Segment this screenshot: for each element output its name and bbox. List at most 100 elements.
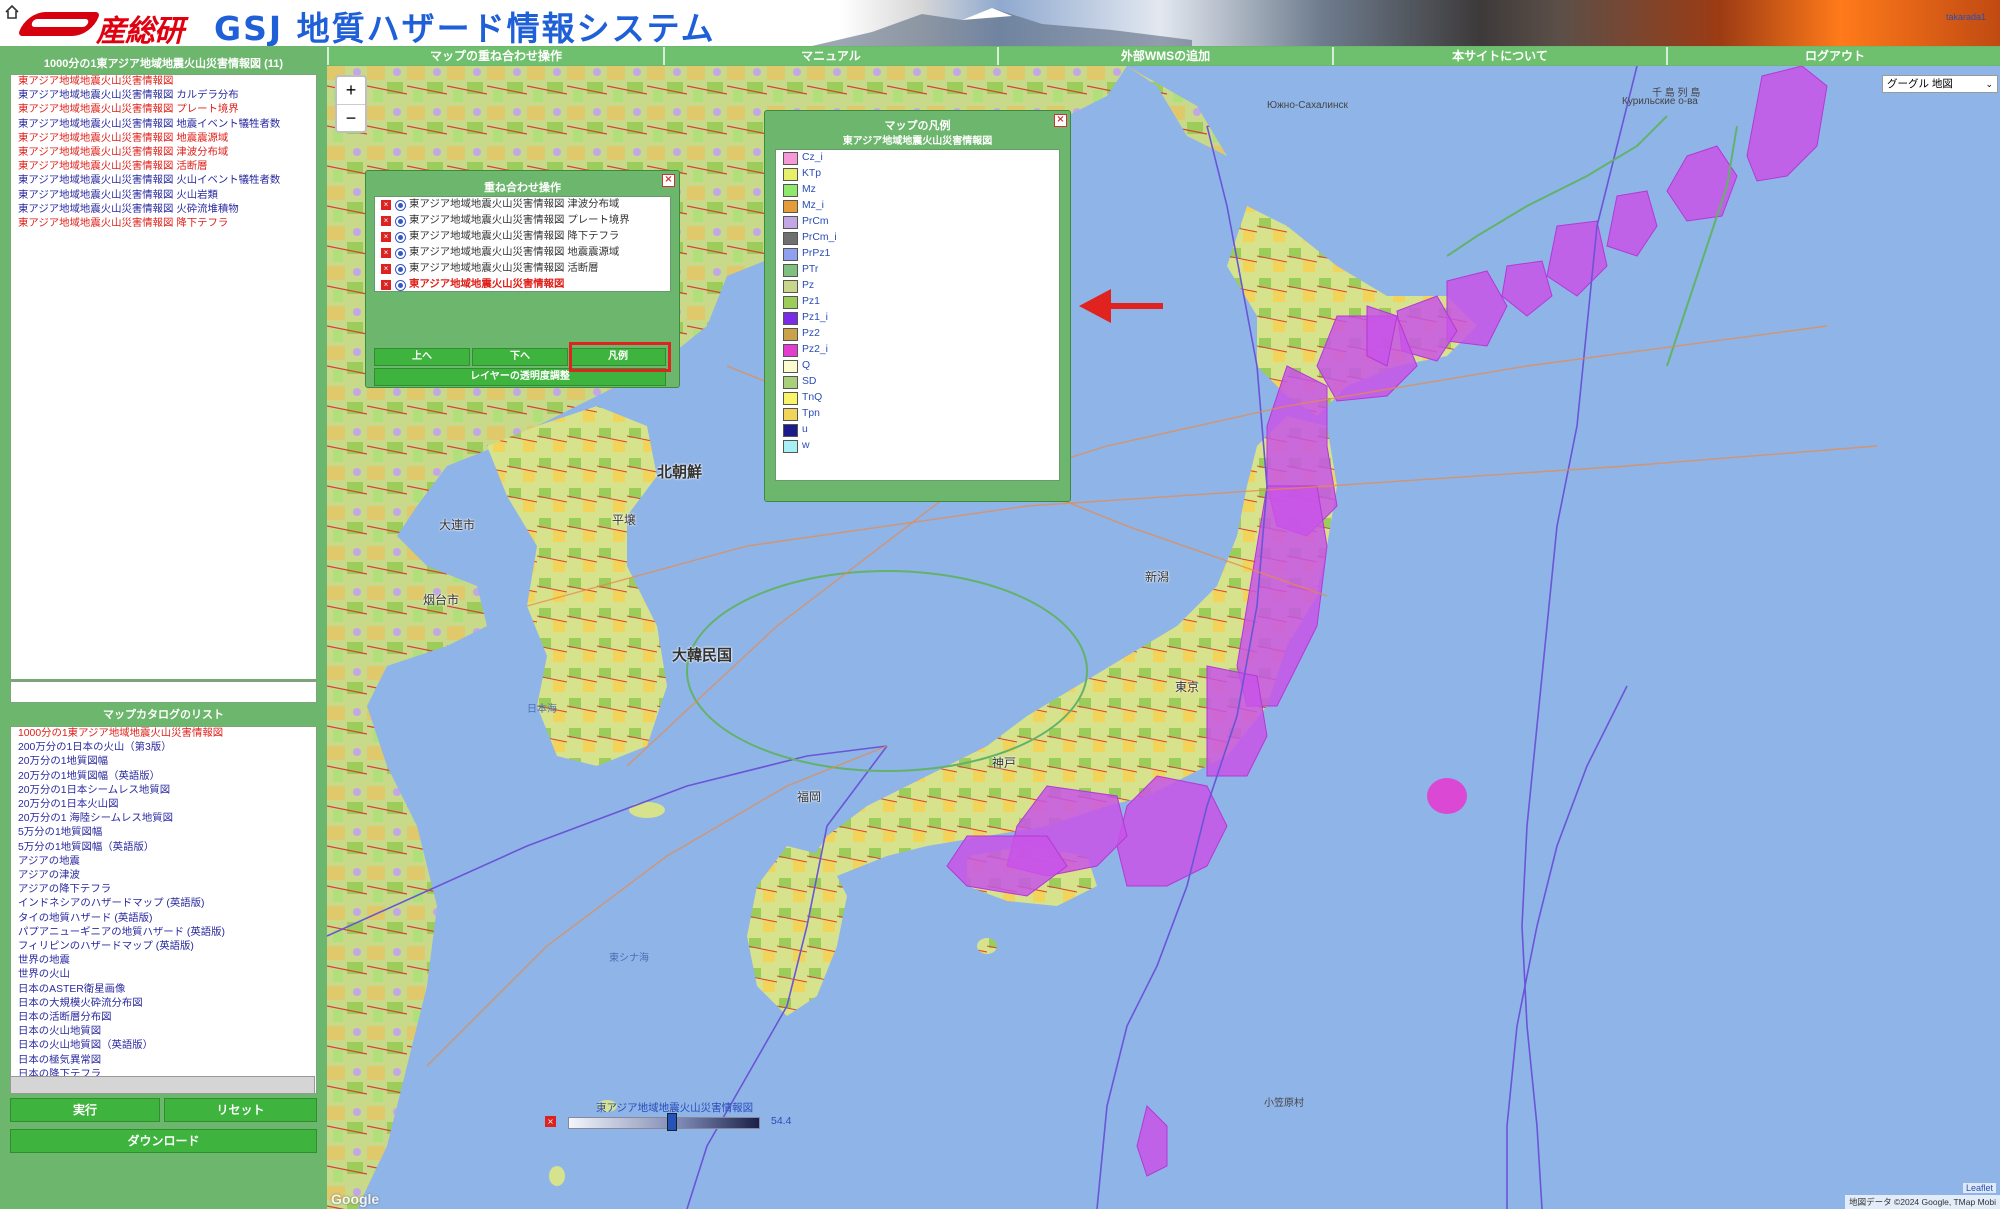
list-item[interactable]: タイの地質ハザード (英語版) [11,912,316,926]
layer-select-radio[interactable] [395,248,406,259]
catalog-title: マップカタログのリスト [103,709,224,721]
list-item[interactable]: 日本の大規模火砕流分布図 [11,997,316,1011]
search-input[interactable] [10,1076,315,1094]
run-button[interactable]: 実行 [10,1098,160,1122]
user-name[interactable]: takarada1 [1946,12,1986,22]
legend-item: Cz_i [776,150,1059,166]
overlay-layer-label: 東アジア地域地震火山災害情報図 津波分布域 [409,199,620,210]
opacity-slider-handle[interactable] [667,1113,678,1131]
close-icon[interactable]: × [1054,114,1067,127]
overlay-layer-label: 東アジア地域地震火山災害情報図 [409,279,565,290]
home-icon[interactable] [4,4,20,20]
delete-icon[interactable]: × [381,280,391,290]
list-item[interactable]: 東アジア地域地震火山災害情報図 [11,75,316,89]
list-item[interactable]: 日本の火山地質図（英語版） [11,1039,316,1053]
list-item[interactable]: アジアの降下テフラ [11,883,316,897]
annotation-arrow [1079,289,1163,323]
place-label: 大韓民国 [672,647,733,664]
overlay-layer-row[interactable]: × 東アジア地域地震火山災害情報図 [375,277,670,293]
list-item[interactable]: 5万分の1地質図幅（英語版） [11,841,316,855]
leaflet-link[interactable]: Leaflet [1962,1183,1996,1193]
delete-icon[interactable]: × [381,232,391,242]
zoom-out-button[interactable]: − [337,105,365,132]
layer-select-radio[interactable] [395,200,406,211]
layer-select-radio[interactable] [395,280,406,291]
list-item[interactable]: 20万分の1日本火山図 [11,798,316,812]
legend-swatch [783,200,798,213]
layer-select-radio[interactable] [395,264,406,275]
legend-swatch [783,184,798,197]
delete-icon[interactable]: × [381,200,391,210]
zoom-in-button[interactable]: + [337,77,365,104]
list-item[interactable]: 東アジア地域地震火山災害情報図 地震震源域 [11,132,316,146]
list-item[interactable]: 東アジア地域地震火山災害情報図 火山岩類 [11,189,316,203]
layer-select-radio[interactable] [395,232,406,243]
delete-icon[interactable]: × [381,248,391,258]
overlay-layer-list[interactable]: × 東アジア地域地震火山災害情報図 津波分布域 × 東アジア地域地震火山災害情報図 プ… [374,196,671,292]
list-item[interactable]: 東アジア地域地震火山災害情報図 カルデラ分布 [11,89,316,103]
layer-select-radio[interactable] [395,216,406,227]
nav-about-site[interactable]: 本サイトについて [1332,47,1666,65]
search-title: 検索 [152,1059,175,1071]
list-item[interactable]: 東アジア地域地震火山災害情報図 火砕流堆積物 [11,203,316,217]
overlay-layer-row[interactable]: × 東アジア地域地震火山災害情報図 地震震源域 [375,245,670,261]
list-item[interactable]: アジアの地震 [11,855,316,869]
list-item[interactable]: インドネシアのハザードマップ (英語版) [11,897,316,911]
download-button[interactable]: ダウンロード [10,1129,317,1153]
move-down-button[interactable]: 下へ [472,348,568,366]
nav-logout[interactable]: ログアウト [1666,47,2000,65]
list-item[interactable]: 20万分の1地質図幅（英語版） [11,770,316,784]
list-item[interactable]: 200万分の1日本の火山（第3版） [11,741,316,755]
map-canvas[interactable]: 北朝鮮 大韓民国 東京 新潟 神戸 福岡 東シナ海 小笠原村 Курильски… [327,66,2000,1209]
overlay-layer-row[interactable]: × 東アジア地域地震火山災害情報図 降下テフラ [375,229,670,245]
overlay-layer-row[interactable]: × 東アジア地域地震火山災害情報図 プレート境界 [375,213,670,229]
legend-swatch [783,408,798,421]
list-item[interactable]: 東アジア地域地震火山災害情報図 活断層 [11,160,316,174]
reset-button[interactable]: リセット [164,1098,317,1122]
list-item[interactable]: 世界の地震 [11,954,316,968]
legend-swatch [783,376,798,389]
legend-swatch [783,328,798,341]
list-item[interactable]: 東アジア地域地震火山災害情報図 火山イベント犠牲者数 [11,174,316,188]
nav-overlay-operation[interactable]: マップの重ね合わせ操作 [327,47,663,65]
legend-item: PrCm_i [776,230,1059,246]
header-banner-mountains [812,8,1192,46]
active-layer-list[interactable]: 東アジア地域地震火山災害情報図 東アジア地域地震火山災害情報図 カルデラ分布 東アジ… [10,74,317,703]
close-icon[interactable]: × [662,174,675,187]
list-item[interactable]: 東アジア地域地震火山災害情報図 地震イベント犠牲者数 [11,118,316,132]
nav-manual[interactable]: マニュアル [663,47,997,65]
opacity-slider[interactable] [568,1117,760,1129]
legend-label: Pz [802,280,815,291]
list-item[interactable]: 日本のASTER衛星画像 [11,983,316,997]
map-type-select[interactable]: グーグル 地図 ⌄ [1882,75,1998,93]
place-label: 平壌 [612,513,637,527]
remove-layer-icon[interactable]: × [545,1116,556,1127]
list-item[interactable]: 20万分の1 海陸シームレス地質図 [11,812,316,826]
list-item[interactable]: 日本の活断層分布図 [11,1011,316,1025]
list-item[interactable]: 世界の火山 [11,968,316,982]
top-navigation: マップの重ね合わせ操作 マニュアル 外部WMSの追加 本サイトについて ログアウ… [327,46,2000,66]
place-label: 烟台市 [423,593,460,607]
list-item[interactable]: 東アジア地域地震火山災害情報図 プレート境界 [11,103,316,117]
delete-icon[interactable]: × [381,264,391,274]
list-item[interactable]: 東アジア地域地震火山災害情報図 津波分布域 [11,146,316,160]
overlay-layer-row[interactable]: × 東アジア地域地震火山災害情報図 活断層 [375,261,670,277]
overlay-layer-row[interactable]: × 東アジア地域地震火山災害情報図 津波分布域 [375,197,670,213]
delete-icon[interactable]: × [381,216,391,226]
move-up-button[interactable]: 上へ [374,348,470,366]
list-item[interactable]: パプアニューギニアの地質ハザード (英語版) [11,926,316,940]
list-item[interactable]: 日本の火山地質図 [11,1025,316,1039]
overlay-dialog-title: 重ね合わせ操作 [484,182,561,194]
nav-add-external-wms[interactable]: 外部WMSの追加 [997,47,1332,65]
list-item[interactable]: 5万分の1地質図幅 [11,826,316,840]
list-item[interactable]: フィリピンのハザードマップ (英語版) [11,940,316,954]
list-item[interactable]: 1000分の1東アジア地域地震火山災害情報図 [11,727,316,741]
list-item[interactable]: 東アジア地域地震火山災害情報図 降下テフラ [11,217,316,231]
map-attribution: 地図データ ©2024 Google, TMap Mobi [1845,1195,2000,1209]
legend-dialog: マップの凡例 東アジア地域地震火山災害情報図 × Cz_i KTp Mz Mz_i Pr… [764,110,1071,502]
list-item[interactable]: 20万分の1地質図幅 [11,755,316,769]
legend-label: u [802,424,808,435]
map-catalog-list[interactable]: 1000分の1東アジア地域地震火山災害情報図 200万分の1日本の火山（第3版） 2… [10,726,317,1094]
list-item[interactable]: アジアの津波 [11,869,316,883]
list-item[interactable]: 20万分の1日本シームレス地質図 [11,784,316,798]
